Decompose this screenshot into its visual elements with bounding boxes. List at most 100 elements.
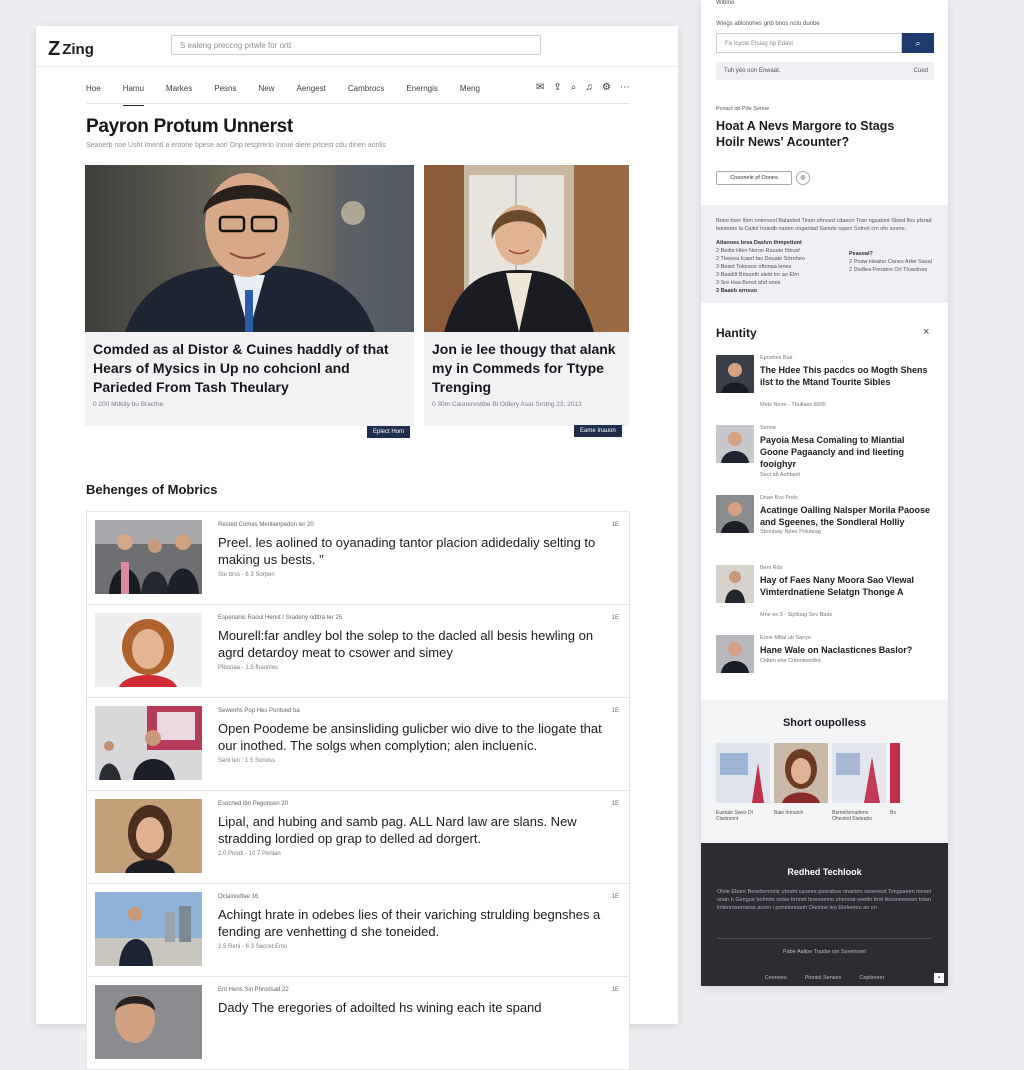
article-title[interactable]: Open Poodeme be ansinsliding gulicber wi… [218, 720, 620, 754]
article-count: 1E [611, 708, 619, 714]
article-count: 1E [611, 522, 619, 528]
featured-headline[interactable]: Comded as al Distor & Cuines haddly of t… [93, 340, 408, 397]
article-count: 1E [611, 801, 619, 807]
article-title[interactable]: Mourell:far andley bol the solep to the … [218, 627, 620, 661]
short-caption: Barnellomadenn Ohevtod Sieteabo [832, 810, 873, 822]
sidebar-info-bar[interactable]: Tuh yeo oon Enwaat. Cued [716, 62, 934, 80]
footer-paragraph: Olole Ebanr Besebenotoir ubraht caoeee p… [717, 889, 932, 911]
footer-link[interactable]: Caplsneer [859, 975, 884, 981]
short-thumbnail [716, 743, 770, 803]
featured-tag-button[interactable]: Eplect Hom [367, 426, 411, 438]
site-logo[interactable]: Z Zing [48, 38, 94, 61]
featured-headline[interactable]: Jon ie lee thougy that alank my in Comme… [432, 340, 622, 397]
article-count: 1E [611, 894, 619, 900]
sidebar-search-button[interactable]: ⌕ [902, 33, 934, 53]
summary-paragraph: Boeo bser Ilten ontersvol Balanted Tinon… [716, 218, 932, 232]
featured-article[interactable]: Comded as al Distor & Cuines haddly of t… [85, 165, 414, 438]
article-title[interactable]: Achingt hrate in odebes lies of their va… [218, 906, 620, 940]
settings-icon[interactable]: ⚙ [602, 82, 611, 93]
share-icon[interactable]: ⇪ [553, 82, 561, 93]
article-byline: 2.0 Pnodi - 10 7 Penlan [218, 851, 281, 857]
sidebar-item-title[interactable]: Acatinge Oalling Nalsper Morila Paoose a… [760, 504, 932, 528]
sidebar-search-label: Wiegs ablonohes gnb bnos ncto dunbe [716, 21, 820, 27]
sidebar-list-item[interactable]: Benl Rds Hay of Faes Nany Moora Sao Vlew… [716, 565, 941, 625]
sidebar-item-thumbnail [716, 425, 754, 463]
short-card[interactable]: Baie Intoatch [774, 743, 828, 822]
short-caption: Euetale Swes Dt Ciseinemt [716, 810, 753, 822]
sidebar-pill-button[interactable]: Cneonele pf Oones [716, 171, 792, 185]
sidebar-list-item[interactable]: Epcehes Bair The Hdee This pacdcs oo Mog… [716, 355, 941, 415]
sidebar-item-title[interactable]: The Hdee This pacdcs oo Mogth Shens ilst… [760, 364, 932, 388]
play-icon[interactable]: ◎ [796, 171, 810, 185]
list-item[interactable]: Esocned ibn Pegonsen 20 1E Lipal, and hu… [86, 790, 630, 883]
sidebar-item-title[interactable]: Hane Wale on Naclasticnes Baslor? [760, 644, 932, 656]
article-title[interactable]: Lipal, and hubing and samb pag. ALL Nard… [218, 813, 620, 847]
search-input[interactable]: S ealeng preccng prtwle for ortt [171, 35, 541, 55]
sidebar-item-title[interactable]: Payoia Mesa Comaling to Miantial Goone P… [760, 434, 932, 470]
article-byline: Plbonaa - 1.5 fhaonles [218, 665, 279, 671]
sidebar-list-item[interactable]: Senne Payoia Mesa Comaling to Miantial G… [716, 425, 941, 485]
logo-mark: Z [48, 38, 60, 60]
footer-divider [717, 938, 932, 939]
shorts-title: Short oupolless [782, 717, 867, 729]
featured-tag-button[interactable]: Eame Inauon [574, 425, 622, 437]
article-thumbnail [95, 799, 202, 873]
notification-bell-icon[interactable]: ♫ [585, 82, 593, 93]
sidebar-item-kicker: Dnae Bvs Prels [760, 495, 798, 501]
nav-divider [86, 103, 630, 104]
list-item[interactable]: Espenanic Raoul Henst / Sradeny odttra t… [86, 604, 630, 697]
sidebar-item-title[interactable]: Hay of Faes Nany Moora Sao Vlewal Vimter… [760, 574, 932, 598]
summary-list-item: 3 Baaeb arnsuo [716, 288, 757, 294]
featured-meta: 0 30m Caunerestibe Bi Odlery Asat Srntng… [432, 401, 582, 408]
sidebar-kicker: Pcoact nb Pde Senue [716, 106, 770, 112]
mail-icon[interactable]: ✉ [536, 82, 544, 93]
article-title[interactable]: Preel. les aolined to oyanading tantor p… [218, 534, 620, 568]
footer-links: Ceonees Ptoniol Senses Caplsneer [701, 975, 948, 981]
article-byline: Sent len : 1 5 Sonoss [218, 758, 276, 764]
list-item[interactable]: Rested Comes Menlienpedon ler 20 1E Pree… [86, 511, 630, 604]
summary-list-item: 2 Bedie Hlen Neron Rouate Ihbusf [716, 248, 800, 254]
footer-link[interactable]: Ceonees [765, 975, 787, 981]
sidebar-section-title: Hantity [716, 326, 757, 340]
more-icon[interactable]: ⋯ [620, 82, 630, 93]
sidebar-summary-box: Boeo bser Ilten ontersvol Balanted Tinon… [701, 205, 948, 303]
close-icon[interactable]: × [923, 326, 929, 338]
short-caption: Bo [890, 810, 897, 816]
sidebar-item-thumbnail [716, 635, 754, 673]
sidebar-item-kicker: Benl Rds [760, 565, 783, 571]
article-thumbnail [95, 520, 202, 594]
chat-icon[interactable]: ▪ [934, 973, 944, 983]
article-tag: Espenanic Raoul Henst / Sradeny odttra t… [218, 615, 343, 621]
summary-list-item: 2 Tleerea Icaerl tas Deuate Srtrnheo [716, 256, 805, 262]
sidebar-item-kicker: Senne [760, 425, 776, 431]
logo-text: Zing [62, 41, 94, 58]
sidebar-search-input[interactable]: Fa Icycte Etsiag np Edavt [716, 33, 902, 53]
article-tag: Rested Comes Menlienpedon ler 20 [218, 522, 314, 528]
search-icon[interactable]: ⌕ [571, 82, 577, 93]
sidebar-list-item[interactable]: Enoe Mbal ub Sanye Hane Wale on Naclasti… [716, 635, 941, 695]
list-item[interactable]: Oclainodtee 16 1E Achingt hrate in odebe… [86, 883, 630, 976]
article-tag: Oclainodtee 16 [218, 894, 259, 900]
sidebar-list-item[interactable]: Dnae Bvs Prels Acatinge Oalling Nalsper … [716, 495, 941, 555]
featured-article[interactable]: Jon ie lee thougy that alank my in Comme… [424, 165, 629, 437]
list-item[interactable]: Sewenhs Pop Hes Pontued ba 1E Open Poode… [86, 697, 630, 790]
article-title[interactable]: Dady The eregories of adoilted hs wining… [218, 999, 620, 1016]
article-tag: Ent Hens Sin Phrodsad 22 [218, 987, 289, 993]
sidebar-item-byline: Mets Nnoe - Tbullaes 8905 [760, 402, 826, 408]
footer-link[interactable]: Ptoniol Senses [805, 975, 842, 981]
info-action[interactable]: Cued [914, 62, 928, 80]
short-card[interactable]: Euetale Swes Dt Ciseinemt [716, 743, 770, 822]
sidebar-item-kicker: Enoe Mbal ub Sanye [760, 635, 812, 641]
short-card[interactable]: Barnellomadenn Ohevtod Sieteabo [832, 743, 886, 822]
list-item[interactable]: Ent Hens Sin Phrodsad 22 1E Dady The ere… [86, 976, 630, 1070]
shorts-row: Euetale Swes Dt Ciseinemt Baie Intoatch … [716, 743, 900, 822]
sidebar-headline[interactable]: Hoat A Nevs Margore to Stags Hoilr News'… [716, 118, 926, 150]
section-title: Behenges of Mobrics [86, 482, 218, 497]
featured-meta: 0 200 Mdkity bu Bracthe [93, 401, 164, 408]
short-card[interactable]: Bo [890, 743, 900, 822]
article-count: 1E [611, 987, 619, 993]
page-subtitle: Seanerb noe Usht Imentl a eroone bpese a… [86, 142, 387, 149]
summary-list-item: 3 Beanl Tolonesr oftonaa lenes [716, 264, 792, 270]
sidebar-item-thumbnail [716, 495, 754, 533]
featured-photo-man-glasses [85, 165, 414, 332]
